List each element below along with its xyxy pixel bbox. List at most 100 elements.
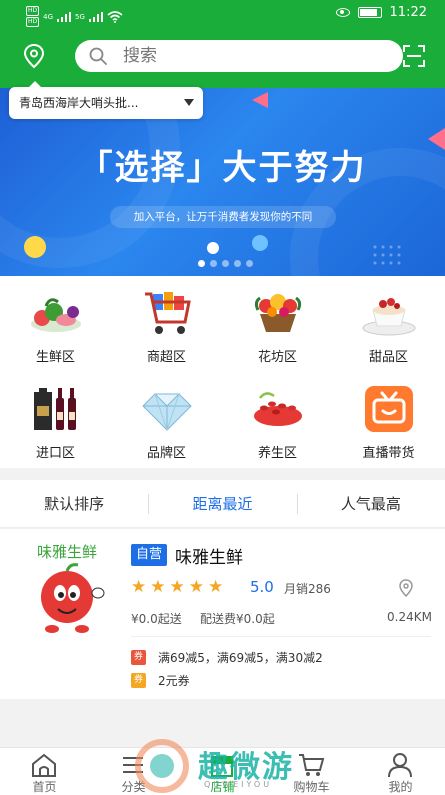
category-import[interactable]: 进口区	[0, 372, 111, 468]
monthly-sales: 月销286	[284, 582, 331, 596]
app-header: HD HD 4G 5G 11:22	[0, 0, 445, 88]
promo-text: 满69减5，满69减5，满30减2	[158, 651, 323, 665]
bottom-nav: 首页 分类 店铺 购物车 我的	[0, 747, 445, 795]
store-name: 味雅生鲜	[175, 548, 243, 568]
banner-title: 「选择」大于努力	[78, 148, 367, 188]
hd-badge-1: HD	[26, 6, 40, 16]
min-order: ¥0.0起送	[131, 612, 182, 626]
category-label: 甜品区	[368, 350, 408, 365]
location-icon[interactable]	[22, 43, 46, 69]
category-label: 进口区	[35, 446, 75, 461]
diamond-icon	[142, 393, 192, 431]
eye-comfort-icon	[335, 8, 350, 17]
nav-cart[interactable]: 购物车	[267, 748, 356, 795]
category-grid: 生鲜区 商超区 花坊区 甜品区 进口区 品牌区 养生区 直播带货	[0, 276, 445, 468]
banner-subtitle: 加入平台，让万千消费者发现你的不同	[110, 206, 336, 228]
banner-pager	[198, 260, 253, 267]
pager-dot[interactable]	[246, 260, 253, 267]
store-logo-text: 味雅生鲜	[37, 543, 97, 561]
dessert-icon	[362, 298, 416, 336]
rating-stars: ★ ★ ★ ★ ★	[131, 578, 223, 596]
coupon-tag: 券	[131, 650, 146, 665]
self-operated-badge: 自营	[131, 544, 168, 566]
signal-icon	[57, 11, 72, 22]
pager-dot[interactable]	[222, 260, 229, 267]
category-label: 养生区	[257, 446, 297, 461]
sort-bar: 默认排序 距离最近 人气最高	[0, 480, 445, 528]
promo-text: 2元券	[158, 674, 190, 688]
star-icon: ★	[188, 577, 204, 597]
category-label: 品牌区	[146, 446, 186, 461]
sort-popular[interactable]: 人气最高	[296, 480, 445, 527]
live-tv-icon	[365, 386, 413, 432]
category-dessert[interactable]: 甜品区	[333, 276, 444, 372]
goji-berry-icon	[254, 392, 302, 426]
banner-decor-dot-white	[207, 242, 219, 254]
promo-row: 券 满69减5，满69减5，满30减2	[131, 649, 323, 666]
home-icon	[32, 753, 56, 777]
scan-icon[interactable]	[402, 44, 426, 68]
nav-label: 分类	[121, 780, 146, 794]
store-logo: 味雅生鲜	[37, 543, 105, 633]
cart-icon	[299, 754, 325, 776]
nav-profile[interactable]: 我的	[356, 748, 445, 795]
banner-decor-dot-yellow	[24, 236, 46, 258]
network-4g: 4G	[43, 12, 54, 21]
pager-dot[interactable]	[198, 260, 205, 267]
category-brand[interactable]: 品牌区	[111, 372, 222, 468]
wine-icon	[34, 388, 76, 430]
category-live[interactable]: 直播带货	[333, 372, 444, 468]
category-icon	[123, 757, 143, 773]
banner-decor-dot-blue	[252, 235, 268, 251]
category-label: 生鲜区	[35, 350, 75, 365]
nav-store[interactable]: 店铺	[178, 748, 267, 795]
search-input[interactable]	[123, 40, 383, 72]
search-bar[interactable]	[75, 40, 403, 72]
promo-row: 券 2元券	[131, 672, 190, 689]
caret-down-icon	[184, 99, 194, 106]
star-icon: ★	[169, 577, 185, 597]
sort-default[interactable]: 默认排序	[0, 480, 148, 527]
category-health[interactable]: 养生区	[222, 372, 333, 468]
network-5g: 5G	[75, 12, 85, 21]
rating-score: 5.0	[250, 578, 274, 596]
divider	[131, 636, 431, 637]
signal-icon-2	[88, 11, 103, 22]
nav-label: 首页	[32, 780, 57, 794]
user-icon	[388, 753, 412, 778]
star-icon: ★	[150, 577, 166, 597]
store-icon	[210, 756, 234, 777]
search-icon	[89, 47, 107, 65]
hd-badge-2: HD	[26, 17, 40, 27]
banner-decor-triangle	[252, 92, 268, 108]
category-label: 商超区	[146, 350, 186, 365]
distance: 0.24KM	[387, 610, 432, 624]
category-label: 花坊区	[257, 350, 297, 365]
status-bar: HD HD 4G 5G 11:22	[0, 0, 445, 28]
nav-label: 店铺	[210, 780, 235, 794]
category-label: 直播带货	[362, 446, 415, 461]
category-supermarket[interactable]: 商超区	[111, 276, 222, 372]
fresh-produce-icon	[31, 298, 81, 332]
location-text: 青岛西海岸大哨头批...	[19, 96, 139, 110]
delivery-fee: 配送费¥0.0起	[200, 612, 275, 626]
sort-nearest[interactable]: 距离最近	[148, 480, 296, 527]
banner-decor-dot-grid	[373, 245, 401, 265]
category-flower[interactable]: 花坊区	[222, 276, 333, 372]
signal-indicators: HD HD 4G 5G	[26, 6, 123, 27]
location-selector[interactable]: 青岛西海岸大哨头批...	[9, 81, 203, 119]
shopping-cart-icon	[145, 292, 191, 334]
coupon-tag: 券	[131, 673, 146, 688]
battery-icon	[357, 7, 382, 18]
category-fresh[interactable]: 生鲜区	[0, 276, 111, 372]
map-pin-icon	[399, 579, 413, 597]
star-icon: ★	[208, 577, 224, 597]
pager-dot[interactable]	[234, 260, 241, 267]
nav-category[interactable]: 分类	[89, 748, 178, 795]
nav-home[interactable]: 首页	[0, 748, 89, 795]
clock: 11:22	[389, 5, 427, 20]
nav-label: 购物车	[293, 780, 330, 794]
store-card[interactable]: 味雅生鲜 自营 味雅生鲜 ★ ★ ★ ★ ★ 5.0 月销286 ¥0.0起送 …	[0, 529, 445, 699]
wifi-icon	[107, 10, 123, 23]
pager-dot[interactable]	[210, 260, 217, 267]
